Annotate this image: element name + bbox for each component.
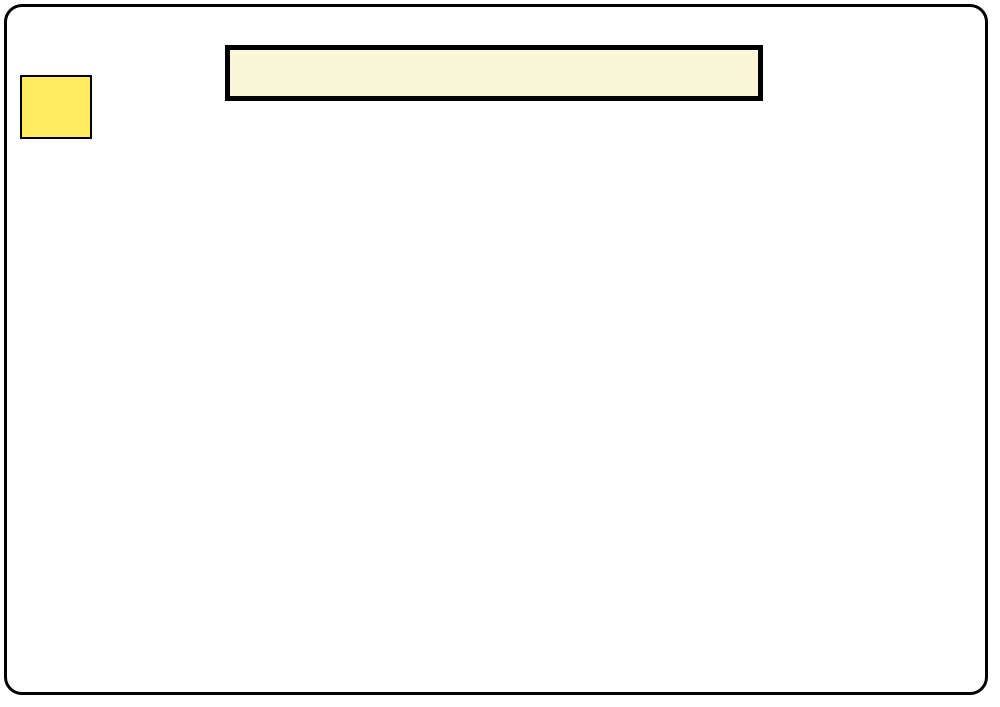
command-reference — [363, 441, 679, 450]
legend-dot-row — [23, 443, 353, 444]
legend — [23, 443, 353, 451]
key-esc[interactable] — [20, 75, 92, 139]
page-title — [225, 45, 763, 101]
cheat-sheet-page — [4, 4, 988, 695]
